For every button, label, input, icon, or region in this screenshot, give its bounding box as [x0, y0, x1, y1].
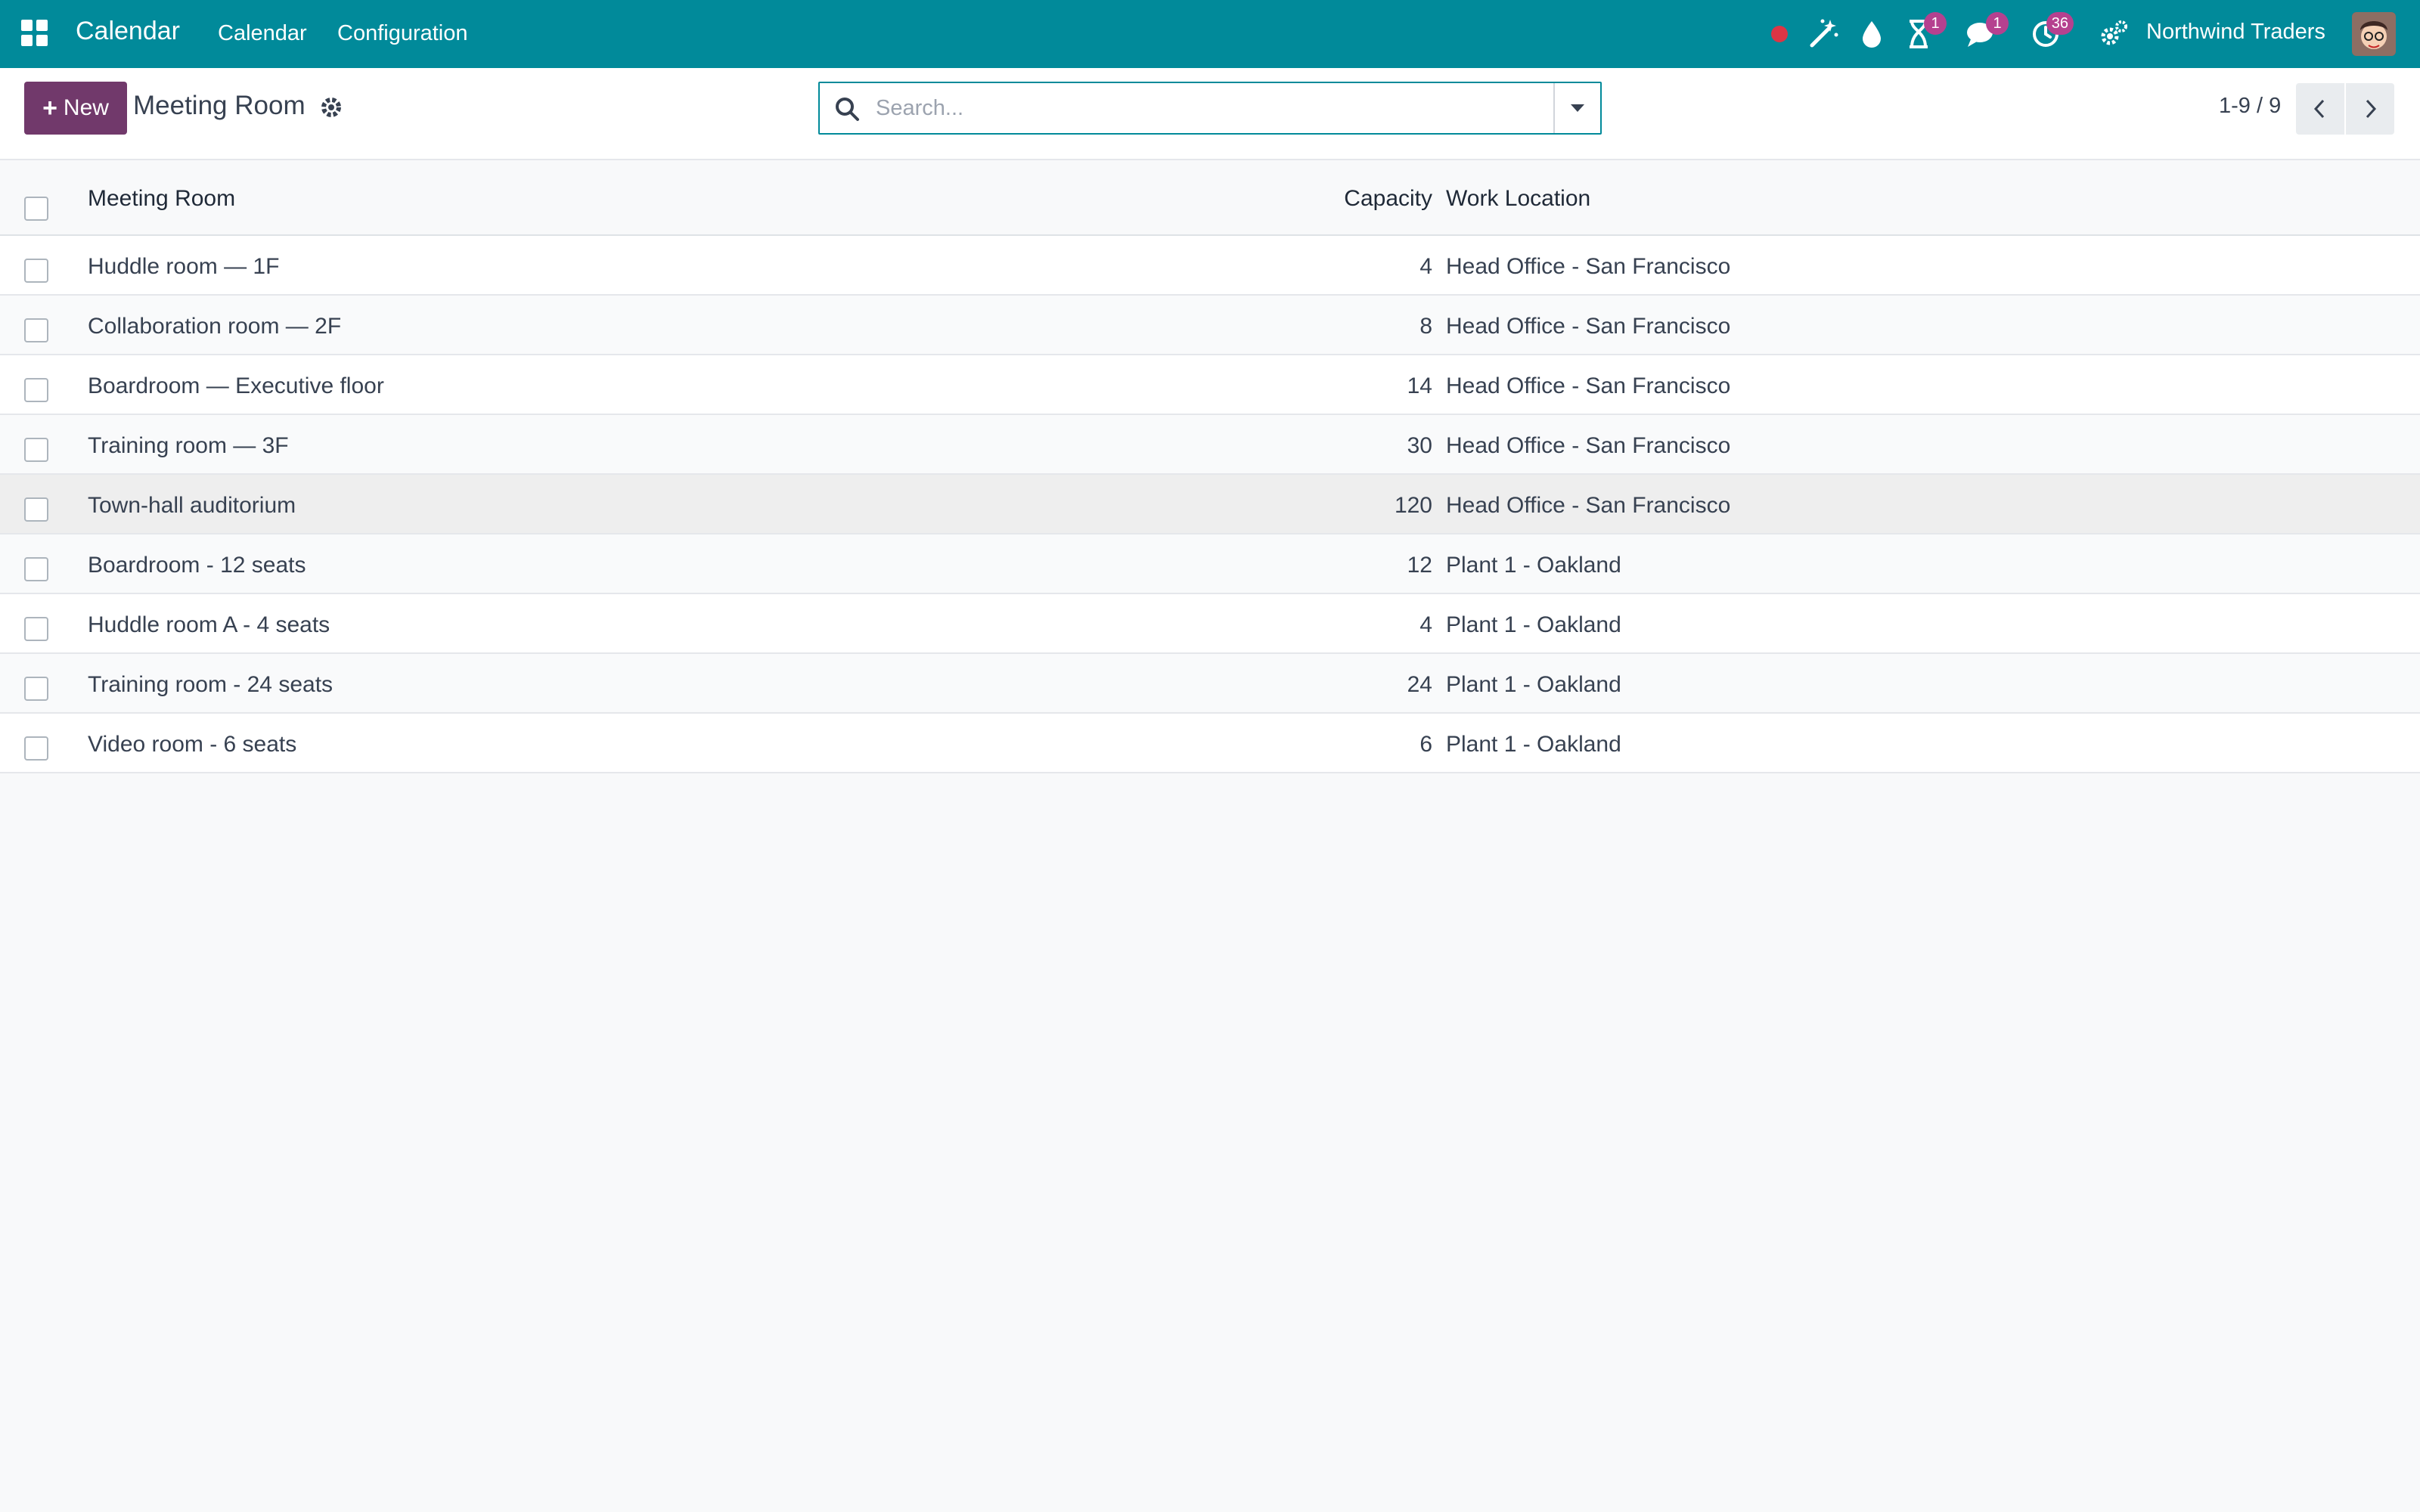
room-capacity: 8 [1419, 314, 1432, 339]
search-options-toggle[interactable] [1553, 83, 1600, 133]
table-row[interactable]: Video room - 6 seats 6 Plant 1 - Oakland [0, 714, 2420, 773]
drop-icon[interactable] [1854, 17, 1889, 51]
search-bar [818, 82, 1602, 135]
chevron-right-icon [2366, 99, 2377, 119]
menu-calendar[interactable]: Calendar [218, 21, 307, 46]
activity-badge: 1 [1924, 12, 1947, 35]
pager-previous-button[interactable] [2296, 83, 2344, 135]
table-row[interactable]: Training room - 24 seats 24 Plant 1 - Oa… [0, 654, 2420, 714]
column-header-work-location[interactable]: Work Location [1446, 186, 1590, 212]
hourglass-icon[interactable]: 1 [1901, 12, 1947, 51]
pager-next-button[interactable] [2346, 83, 2394, 135]
new-button-label: New [63, 95, 109, 120]
row-checkbox[interactable] [24, 378, 48, 402]
room-name: Collaboration room — 2F [88, 314, 342, 339]
table-header: Meeting Room Capacity Work Location [0, 160, 2420, 236]
clock-icon[interactable]: 36 [2028, 12, 2074, 51]
row-checkbox[interactable] [24, 617, 48, 641]
room-capacity: 30 [1407, 433, 1432, 458]
control-panel: + New Meeting Room 1-9 / 9 [0, 68, 2420, 160]
room-name: Video room - 6 seats [88, 732, 297, 757]
room-location: Head Office - San Francisco [1446, 493, 1731, 518]
timer-badge: 36 [2046, 12, 2074, 35]
new-button[interactable]: + New [24, 82, 127, 135]
room-location: Plant 1 - Oakland [1446, 612, 1621, 637]
company-switcher[interactable]: Northwind Traders [2146, 20, 2325, 45]
pager-value[interactable]: 1-9 / 9 [2219, 94, 2281, 119]
row-checkbox[interactable] [24, 677, 48, 701]
room-capacity: 24 [1407, 672, 1432, 697]
column-header-capacity[interactable]: Capacity [1344, 186, 1432, 212]
plus-icon: + [42, 93, 57, 122]
table-row[interactable]: Collaboration room — 2F 8 Head Office - … [0, 296, 2420, 355]
room-capacity: 120 [1394, 493, 1432, 518]
room-name: Training room - 24 seats [88, 672, 334, 697]
magic-wand-icon[interactable] [1806, 17, 1841, 51]
gear-icon[interactable] [318, 94, 345, 121]
row-checkbox[interactable] [24, 497, 48, 522]
page-title: Meeting Room [133, 91, 306, 120]
menu-configuration[interactable]: Configuration [337, 21, 468, 46]
table-row[interactable]: Boardroom — Executive floor 14 Head Offi… [0, 355, 2420, 415]
table-row[interactable]: Training room — 3F 30 Head Office - San … [0, 415, 2420, 475]
room-name: Boardroom — Executive floor [88, 373, 384, 398]
row-checkbox[interactable] [24, 259, 48, 283]
app-name[interactable]: Calendar [76, 17, 180, 46]
room-capacity: 6 [1419, 732, 1432, 757]
messages-badge: 1 [1986, 12, 2009, 35]
room-location: Head Office - San Francisco [1446, 433, 1731, 458]
table-row[interactable]: Boardroom - 12 seats 12 Plant 1 - Oaklan… [0, 534, 2420, 594]
chevron-left-icon [2313, 99, 2325, 119]
room-capacity: 14 [1407, 373, 1432, 398]
room-capacity: 4 [1419, 254, 1432, 279]
recording-dot-icon[interactable] [1762, 17, 1797, 51]
room-name: Boardroom - 12 seats [88, 553, 306, 578]
table-row[interactable]: Huddle room — 1F 4 Head Office - San Fra… [0, 236, 2420, 296]
settings-icon[interactable] [2096, 17, 2131, 51]
row-checkbox[interactable] [24, 438, 48, 462]
room-location: Plant 1 - Oakland [1446, 672, 1621, 697]
top-navbar: Calendar Calendar Configuration 1 1 36 N… [0, 0, 2420, 68]
room-name: Training room — 3F [88, 433, 289, 458]
column-header-meeting-room[interactable]: Meeting Room [88, 186, 235, 212]
search-input[interactable] [876, 91, 1556, 125]
avatar[interactable] [2352, 12, 2396, 56]
room-location: Head Office - San Francisco [1446, 314, 1731, 339]
row-checkbox[interactable] [24, 736, 48, 761]
room-name: Huddle room — 1F [88, 254, 280, 279]
room-name: Town-hall auditorium [88, 493, 296, 518]
room-location: Head Office - San Francisco [1446, 254, 1731, 279]
room-location: Head Office - San Francisco [1446, 373, 1731, 398]
select-all-checkbox[interactable] [24, 197, 48, 221]
apps-menu-icon[interactable] [20, 18, 50, 48]
row-checkbox[interactable] [24, 557, 48, 581]
table-row[interactable]: Town-hall auditorium 120 Head Office - S… [0, 475, 2420, 534]
chat-icon[interactable]: 1 [1963, 12, 2009, 51]
room-location: Plant 1 - Oakland [1446, 732, 1621, 757]
room-capacity: 12 [1407, 553, 1432, 578]
meeting-room-list: Meeting Room Capacity Work Location Hudd… [0, 160, 2420, 773]
room-name: Huddle room A - 4 seats [88, 612, 330, 637]
search-icon [833, 95, 861, 122]
caret-down-icon [1571, 104, 1584, 112]
room-capacity: 4 [1419, 612, 1432, 637]
room-location: Plant 1 - Oakland [1446, 553, 1621, 578]
table-row[interactable]: Huddle room A - 4 seats 4 Plant 1 - Oakl… [0, 594, 2420, 654]
row-checkbox[interactable] [24, 318, 48, 342]
